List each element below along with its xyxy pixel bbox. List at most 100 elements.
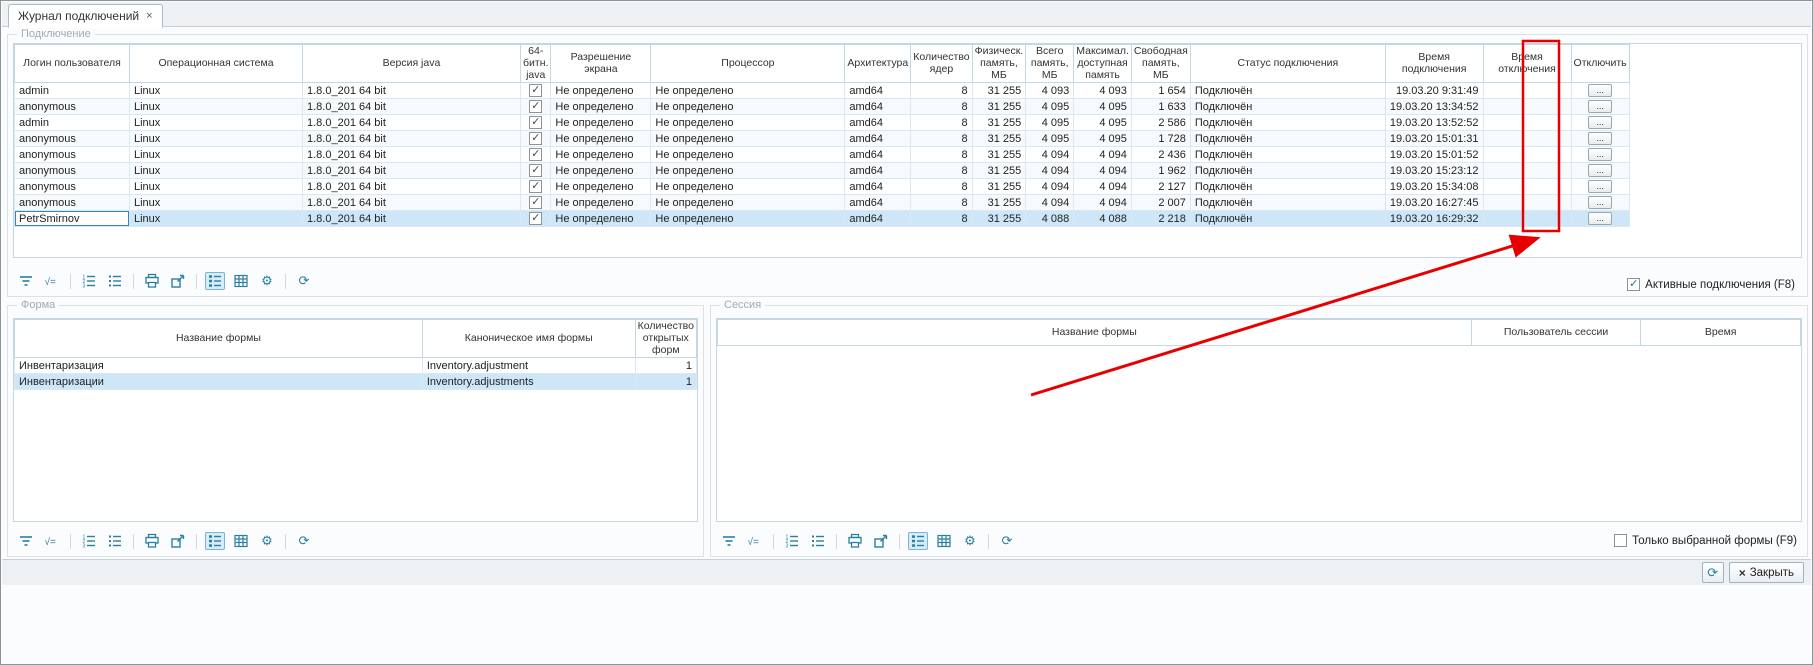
export-icon[interactable] — [168, 272, 188, 290]
settings-icon[interactable]: ⚙ — [257, 272, 277, 290]
print-icon[interactable] — [142, 272, 162, 290]
column-header-name[interactable]: Название формы — [718, 320, 1472, 346]
form-row[interactable]: ИнвентаризацииInventory.adjustments1 — [15, 374, 697, 390]
settings-icon[interactable]: ⚙ — [257, 532, 277, 550]
filter-icon[interactable] — [719, 532, 739, 550]
column-header-status[interactable]: Статус подключения — [1190, 45, 1385, 83]
cell-status: Подключён — [1190, 179, 1385, 195]
cell-disconnected — [1483, 131, 1571, 147]
refresh-icon[interactable]: ⟳ — [294, 272, 314, 290]
column-header-arch[interactable]: Архитектура — [845, 45, 911, 83]
column-header-user[interactable]: Пользователь сессии — [1471, 320, 1641, 346]
formula-icon[interactable]: √= — [42, 532, 62, 550]
cell-phys: 31 255 — [972, 195, 1026, 211]
cell-phys: 31 255 — [972, 99, 1026, 115]
tab-connection-log[interactable]: Журнал подключений × — [8, 4, 163, 28]
disconnect-button[interactable]: ... — [1588, 212, 1612, 225]
only-selected-form-checkbox[interactable]: Только выбранной формы (F9) — [1614, 534, 1797, 547]
close-button[interactable]: × Закрыть — [1729, 562, 1804, 583]
column-header-max[interactable]: Максимал. доступная память — [1074, 45, 1132, 83]
table-grid-icon[interactable] — [231, 532, 251, 550]
export-icon[interactable] — [871, 532, 891, 550]
cell-arch: amd64 — [845, 83, 911, 99]
column-header-phys[interactable]: Физическ. память, МБ — [972, 45, 1026, 83]
cell-max: 4 095 — [1074, 99, 1132, 115]
refresh-icon[interactable]: ⟳ — [997, 532, 1017, 550]
table-grid-icon[interactable] — [231, 272, 251, 290]
disconnect-button[interactable]: ... — [1588, 132, 1612, 145]
list-icon[interactable] — [808, 532, 828, 550]
column-header-name[interactable]: Название формы — [15, 320, 423, 358]
export-icon[interactable] — [168, 532, 188, 550]
tab-close-icon[interactable]: × — [146, 10, 152, 22]
connection-row[interactable]: anonymousLinux1.8.0_201 64 bit✓Не опреде… — [15, 99, 1630, 115]
disconnect-button[interactable]: ... — [1588, 116, 1612, 129]
filter-icon[interactable] — [16, 272, 36, 290]
cell-action: ... — [1571, 83, 1629, 99]
active-connections-checkbox[interactable]: ✓ Активные подключения (F8) — [1627, 278, 1795, 291]
numbered-list-icon[interactable]: 123 — [79, 272, 99, 290]
connection-row[interactable]: anonymousLinux1.8.0_201 64 bit✓Не опреде… — [15, 179, 1630, 195]
list-icon[interactable] — [105, 532, 125, 550]
disconnect-button[interactable]: ... — [1588, 164, 1612, 177]
session-table-viewport[interactable]: Название формыПользователь сессииВремя — [716, 318, 1802, 522]
list-view-icon[interactable] — [205, 532, 225, 550]
form-row[interactable]: ИнвентаризацияInventory.adjustment1 — [15, 358, 697, 374]
cell-status: Подключён — [1190, 99, 1385, 115]
column-header-java[interactable]: Версия java — [303, 45, 521, 83]
print-icon[interactable] — [142, 532, 162, 550]
column-header-action[interactable]: Отключить — [1571, 45, 1629, 83]
disconnect-button[interactable]: ... — [1588, 148, 1612, 161]
numbered-list-icon[interactable]: 123 — [782, 532, 802, 550]
cell-java: 1.8.0_201 64 bit — [303, 99, 521, 115]
disconnect-button[interactable]: ... — [1588, 180, 1612, 193]
column-header-disconnected[interactable]: Время отключения — [1483, 45, 1571, 83]
list-view-icon[interactable] — [205, 272, 225, 290]
column-header-login[interactable]: Логин пользователя — [15, 45, 130, 83]
cell-resolution: Не определено — [551, 147, 651, 163]
disconnect-button[interactable]: ... — [1588, 196, 1612, 209]
column-header-os[interactable]: Операционная система — [130, 45, 303, 83]
connection-row[interactable]: PetrSmirnovLinux1.8.0_201 64 bit✓Не опре… — [15, 211, 1630, 227]
disconnect-button[interactable]: ... — [1588, 100, 1612, 113]
column-header-total[interactable]: Всего память, МБ — [1026, 45, 1074, 83]
cell-canonical: Inventory.adjustments — [422, 374, 635, 390]
toolbar-separator — [133, 534, 134, 549]
connection-row[interactable]: adminLinux1.8.0_201 64 bit✓Не определено… — [15, 83, 1630, 99]
formula-icon[interactable]: √= — [745, 532, 765, 550]
connection-row[interactable]: adminLinux1.8.0_201 64 bit✓Не определено… — [15, 115, 1630, 131]
column-header-bit64[interactable]: 64-битн. java — [521, 45, 551, 83]
print-icon[interactable] — [845, 532, 865, 550]
connection-row[interactable]: anonymousLinux1.8.0_201 64 bit✓Не опреде… — [15, 163, 1630, 179]
column-header-cores[interactable]: Количество ядер — [911, 45, 972, 83]
cell-os: Linux — [130, 179, 303, 195]
cell-resolution: Не определено — [551, 131, 651, 147]
settings-icon[interactable]: ⚙ — [960, 532, 980, 550]
connections-table-viewport[interactable]: Логин пользователяОперационная системаВе… — [13, 43, 1802, 258]
formula-icon[interactable]: √= — [42, 272, 62, 290]
column-header-connected[interactable]: Время подключения — [1385, 45, 1483, 83]
column-header-resolution[interactable]: Разрешение экрана — [551, 45, 651, 83]
connections-table: Логин пользователяОперационная системаВе… — [14, 44, 1630, 227]
column-header-count[interactable]: Количество открытых форм — [635, 320, 696, 358]
cell-action: ... — [1571, 163, 1629, 179]
numbered-list-icon[interactable]: 123 — [79, 532, 99, 550]
column-header-canonical[interactable]: Каноническое имя формы — [422, 320, 635, 358]
filter-icon[interactable] — [16, 532, 36, 550]
connection-row[interactable]: anonymousLinux1.8.0_201 64 bit✓Не опреде… — [15, 147, 1630, 163]
cell-cpu: Не определено — [651, 115, 845, 131]
disconnect-button[interactable]: ... — [1588, 84, 1612, 97]
connection-row[interactable]: anonymousLinux1.8.0_201 64 bit✓Не опреде… — [15, 195, 1630, 211]
list-icon[interactable] — [105, 272, 125, 290]
connection-row[interactable]: anonymousLinux1.8.0_201 64 bit✓Не опреде… — [15, 131, 1630, 147]
refresh-button[interactable]: ⟳ — [1702, 562, 1724, 583]
column-header-free[interactable]: Свободная память, МБ — [1131, 45, 1190, 83]
list-view-icon[interactable] — [908, 532, 928, 550]
form-table-viewport[interactable]: Название формыКаноническое имя формыКоли… — [13, 318, 698, 522]
column-header-time[interactable]: Время — [1641, 320, 1801, 346]
column-header-cpu[interactable]: Процессор — [651, 45, 845, 83]
cell-disconnected — [1483, 83, 1571, 99]
refresh-icon[interactable]: ⟳ — [294, 532, 314, 550]
table-grid-icon[interactable] — [934, 532, 954, 550]
cell-total: 4 093 — [1026, 83, 1074, 99]
